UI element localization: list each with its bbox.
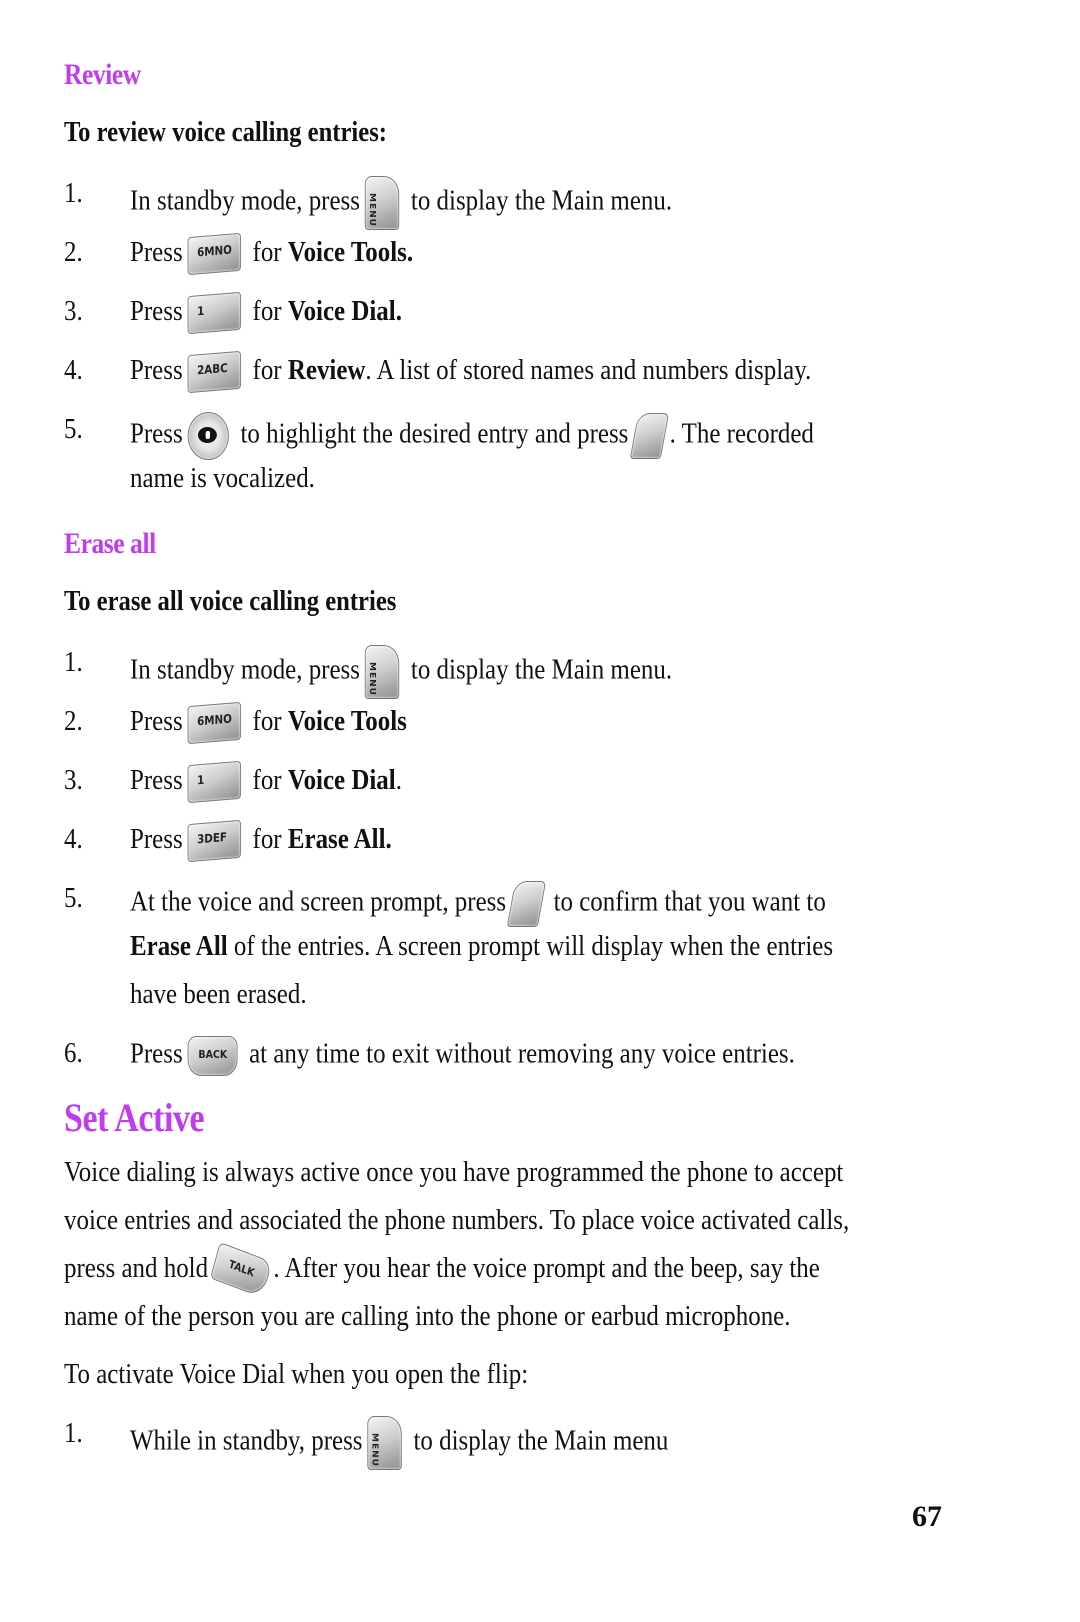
erase-step-6: Press BACK at any time to exit without re… bbox=[130, 1036, 795, 1076]
menu-option-erase-all: Erase All. bbox=[287, 823, 392, 855]
key-1-icon: 1 bbox=[187, 292, 242, 335]
step-number: 4. bbox=[64, 354, 83, 386]
step-number: 1. bbox=[64, 177, 83, 209]
key-2-icon: 2ABC bbox=[187, 351, 242, 394]
back-key-icon: BACK bbox=[187, 1036, 238, 1076]
section-heading-review: Review bbox=[64, 58, 141, 91]
set-active-intro: To activate Voice Dial when you open the… bbox=[64, 1358, 529, 1390]
step-text: In standby mode, press bbox=[130, 184, 360, 217]
talk-key-icon: TALK bbox=[209, 1242, 272, 1299]
step-number: 6. bbox=[64, 1037, 83, 1069]
key-1-icon: 1 bbox=[187, 761, 242, 804]
menu-option-review: Review bbox=[287, 354, 366, 386]
manual-page: Review To review voice calling entries: … bbox=[0, 0, 1080, 1622]
page-number: 67 bbox=[912, 1500, 942, 1533]
menu-option-voice-dial: Voice Dial bbox=[287, 764, 396, 796]
review-subheading: To review voice calling entries: bbox=[64, 117, 388, 148]
erase-step-5: At the voice and screen prompt, press to… bbox=[130, 881, 826, 927]
step-text: to display the Main menu. bbox=[404, 184, 673, 217]
review-step-5: Press to highlight the desired entry and… bbox=[130, 412, 814, 460]
menu-key-icon: MENU bbox=[367, 1416, 403, 1470]
step-number: 3. bbox=[64, 764, 83, 796]
menu-option-voice-dial: Voice Dial. bbox=[287, 295, 402, 327]
erase-step-3: Press 1 for Voice Dial. bbox=[130, 761, 402, 804]
step-number: 2. bbox=[64, 705, 83, 737]
step-number: 3. bbox=[64, 295, 83, 327]
review-step-1: In standby mode, press MENU to display th… bbox=[130, 176, 672, 230]
key-6-icon: 6MNO bbox=[187, 233, 242, 276]
review-step-2: Press 6MNO for Voice Tools. bbox=[130, 233, 414, 276]
set-active-step-1: While in standby, press MENU to display t… bbox=[130, 1416, 668, 1470]
key-6-icon: 6MNO bbox=[187, 702, 242, 745]
ok-key-icon bbox=[507, 881, 547, 927]
step-text: Press bbox=[130, 236, 183, 268]
set-active-paragraph-line-3: press and hold TALK. After you hear the v… bbox=[64, 1242, 820, 1299]
set-active-paragraph-line-4: name of the person you are calling into … bbox=[64, 1300, 791, 1332]
ok-key-icon bbox=[629, 413, 669, 459]
review-step-4: Press 2ABC for Review. A list of stored n… bbox=[130, 351, 811, 394]
menu-option-voice-tools: Voice Tools bbox=[287, 705, 407, 737]
menu-option-voice-tools: Voice Tools. bbox=[287, 236, 414, 268]
review-step-3: Press 1 for Voice Dial. bbox=[130, 292, 402, 335]
step-number: 1. bbox=[64, 1417, 83, 1449]
step-number: 2. bbox=[64, 236, 83, 268]
key-3-icon: 3DEF bbox=[187, 820, 242, 863]
erase-step-2: Press 6MNO for Voice Tools bbox=[130, 702, 407, 745]
erase-step-5-continued: Erase All of the entries. A screen promp… bbox=[130, 930, 834, 962]
section-heading-erase-all: Erase all bbox=[64, 527, 156, 560]
step-number: 5. bbox=[64, 413, 83, 445]
erase-step-4: Press 3DEF for Erase All. bbox=[130, 820, 392, 863]
review-step-5-continued: name is vocalized. bbox=[130, 462, 315, 494]
set-active-paragraph-line-2: voice entries and associated the phone n… bbox=[64, 1204, 850, 1236]
step-number: 4. bbox=[64, 823, 83, 855]
menu-key-icon: MENU bbox=[365, 645, 400, 699]
menu-key-icon: MENU bbox=[365, 176, 400, 230]
erase-step-5-continued-2: have been erased. bbox=[130, 978, 307, 1010]
section-heading-set-active: Set Active bbox=[64, 1095, 205, 1140]
navigation-key-icon bbox=[187, 412, 230, 460]
erase-all-subheading: To erase all voice calling entries bbox=[64, 586, 397, 617]
step-number: 1. bbox=[64, 646, 83, 678]
erase-step-1: In standby mode, press MENU to display th… bbox=[130, 645, 672, 699]
set-active-paragraph-line-1: Voice dialing is always active once you … bbox=[64, 1156, 844, 1188]
step-number: 5. bbox=[64, 882, 83, 914]
